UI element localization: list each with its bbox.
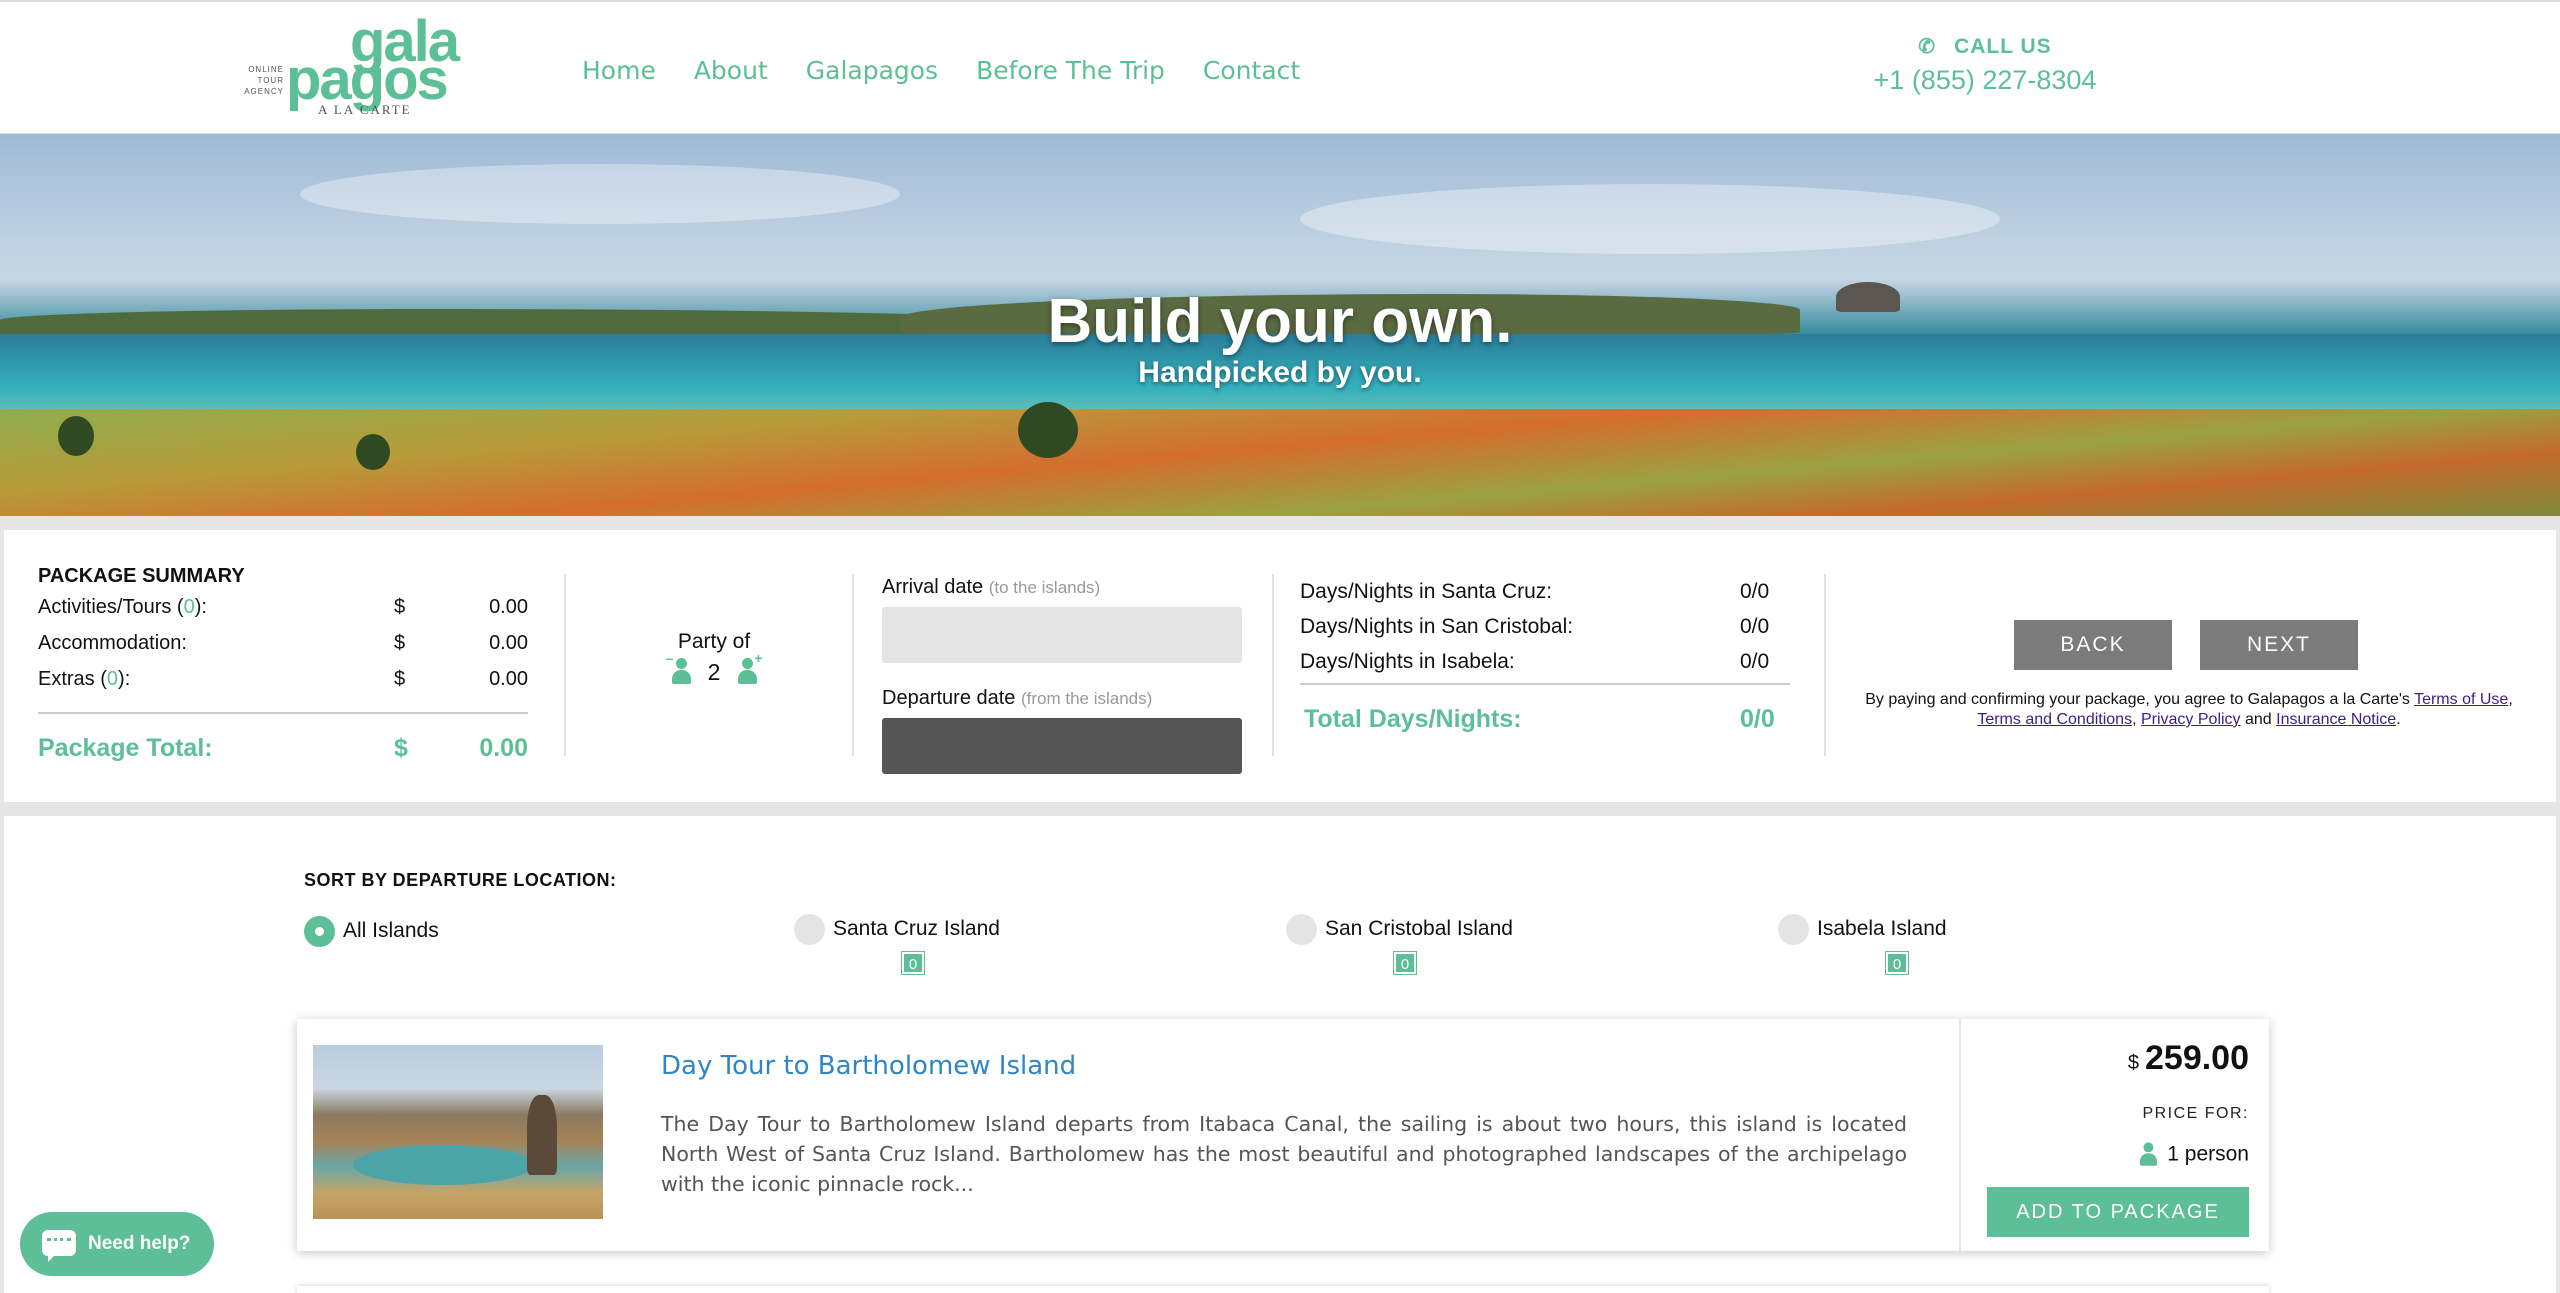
nav-about[interactable]: About — [694, 56, 768, 85]
summary-row-extras: Extras (0): $ 0.00 — [38, 668, 528, 690]
phone-number[interactable]: +1 (855) 227-8304 — [1870, 65, 2100, 96]
package-summary: PACKAGE SUMMARY Activities/Tours (0): $ … — [38, 565, 528, 764]
price-for-label: PRICE FOR: — [2142, 1105, 2249, 1122]
activities-count: 0 — [183, 596, 195, 618]
summary-row-accommodation: Accommodation: $ 0.00 — [38, 632, 528, 654]
tour-card: Day Tour to Bartholomew Island The Day T… — [297, 1019, 2269, 1251]
package-summary-title: PACKAGE SUMMARY — [38, 565, 245, 587]
logo-alacarte: A LA CARTE — [318, 102, 412, 117]
main-nav: Home About Galapagos Before The Trip Con… — [582, 56, 1338, 85]
person-icon — [2138, 1142, 2158, 1167]
hero-title: Build your own. — [1047, 287, 1513, 356]
add-person-icon[interactable]: + — [736, 650, 763, 686]
hero-cloud — [1300, 184, 2000, 254]
package-total: Package Total: $ 0.00 — [38, 734, 528, 762]
days-row-santa-cruz: Days/Nights in Santa Cruz: 0/0 — [1300, 580, 1770, 603]
filter-santa-cruz[interactable]: Santa Cruz Island 0 — [794, 914, 1000, 975]
count-badge: 0 — [901, 951, 925, 975]
divider — [1824, 574, 1826, 756]
logo-tagline: ONLINE TOUR AGENCY — [244, 65, 284, 96]
radio-selected-icon[interactable] — [304, 916, 335, 947]
nav-before-the-trip[interactable]: Before The Trip — [976, 56, 1165, 85]
hero-subtitle: Handpicked by you. — [1138, 356, 1422, 389]
tour-listing: SORT BY DEPARTURE LOCATION: All Islands … — [4, 816, 2556, 1293]
tour-title[interactable]: Day Tour to Bartholomew Island — [661, 1051, 1076, 1081]
add-to-package-button[interactable]: ADD TO PACKAGE — [1987, 1187, 2249, 1237]
days-row-isabela: Days/Nights in Isabela: 0/0 — [1300, 650, 1770, 673]
sort-label: SORT BY DEPARTURE LOCATION: — [304, 870, 617, 890]
arrival-hint: (to the islands) — [988, 578, 1101, 597]
chat-icon — [42, 1230, 76, 1262]
nav-contact[interactable]: Contact — [1203, 56, 1300, 85]
filter-san-cristobal[interactable]: San Cristobal Island 0 — [1286, 914, 1513, 975]
divider — [1272, 574, 1274, 756]
hero-shrub — [1018, 402, 1078, 458]
terms-notice: By paying and confirming your package, y… — [1865, 691, 2513, 728]
departure-date-field[interactable] — [882, 718, 1242, 774]
site-header: ONLINE TOUR AGENCY gala pagos A LA CARTE… — [0, 0, 2560, 134]
hero-banner: Build your own. Handpicked by you. — [0, 134, 2560, 516]
hero-cloud — [300, 164, 900, 224]
back-button[interactable]: BACK — [2014, 620, 2172, 670]
radio-icon[interactable] — [1286, 914, 1317, 945]
logo-pagos: pagos — [286, 47, 449, 112]
terms-of-use-link[interactable]: Terms of Use — [2414, 691, 2508, 708]
divider — [852, 574, 854, 756]
tour-price: $259.00 — [2127, 1039, 2249, 1077]
party-size: Party of – 2 + — [644, 630, 784, 686]
hero-shrub — [58, 416, 94, 456]
days-total: Total Days/Nights: 0/0 — [1304, 705, 1775, 733]
summary-row-activities: Activities/Tours (0): $ 0.00 — [38, 596, 528, 618]
need-help-button[interactable]: Need help? — [20, 1212, 214, 1276]
tour-image[interactable] — [313, 1045, 603, 1219]
party-count: 2 — [707, 658, 721, 685]
call-us[interactable]: ✆ CALL US +1 (855) 227-8304 — [1870, 34, 2100, 96]
nav-home[interactable]: Home — [582, 56, 656, 85]
price-people: 1 person — [1977, 1141, 2249, 1169]
tour-description: The Day Tour to Bartholomew Island depar… — [661, 1112, 1907, 1196]
days-nights: Days/Nights in Santa Cruz: 0/0 Days/Night… — [1300, 580, 1790, 735]
phone-icon: ✆ — [1918, 36, 1937, 58]
radio-icon[interactable] — [794, 914, 825, 945]
privacy-policy-link[interactable]: Privacy Policy — [2141, 711, 2241, 728]
filter-isabela[interactable]: Isabela Island 0 — [1778, 914, 1947, 975]
filter-all-islands[interactable]: All Islands — [304, 916, 439, 947]
site-logo[interactable]: ONLINE TOUR AGENCY gala pagos A LA CARTE — [238, 13, 478, 124]
radio-icon[interactable] — [1778, 914, 1809, 945]
divider — [1959, 1019, 1961, 1251]
call-us-label: CALL US — [1954, 35, 2052, 58]
remove-person-icon[interactable]: – — [666, 650, 692, 686]
arrival-label: Arrival date — [882, 576, 984, 598]
departure-hint: (from the islands) — [1020, 689, 1153, 708]
count-badge: 0 — [1885, 951, 1909, 975]
hero-shrub — [356, 434, 390, 470]
divider — [564, 574, 566, 756]
insurance-notice-link[interactable]: Insurance Notice — [2276, 711, 2396, 728]
departure-label: Departure date — [882, 687, 1016, 709]
arrival-date-field[interactable] — [882, 607, 1242, 663]
extras-count: 0 — [106, 668, 119, 690]
accommodation-value: 0.00 — [489, 632, 528, 654]
package-total-value: 0.00 — [479, 734, 528, 762]
days-row-san-cristobal: Days/Nights in San Cristobal: 0/0 — [1300, 615, 1770, 638]
days-total-value: 0/0 — [1740, 705, 1775, 733]
next-button[interactable]: NEXT — [2200, 620, 2358, 670]
activities-value: 0.00 — [489, 596, 528, 618]
nav-galapagos[interactable]: Galapagos — [806, 56, 938, 85]
terms-and-conditions-link[interactable]: Terms and Conditions — [1977, 711, 2132, 728]
count-badge: 0 — [1393, 951, 1417, 975]
tour-card — [297, 1286, 2269, 1293]
trip-dates: Arrival date (to the islands) Departure … — [882, 576, 1242, 774]
package-summary-panel: PACKAGE SUMMARY Activities/Tours (0): $ … — [4, 530, 2556, 802]
extras-value: 0.00 — [489, 668, 528, 690]
